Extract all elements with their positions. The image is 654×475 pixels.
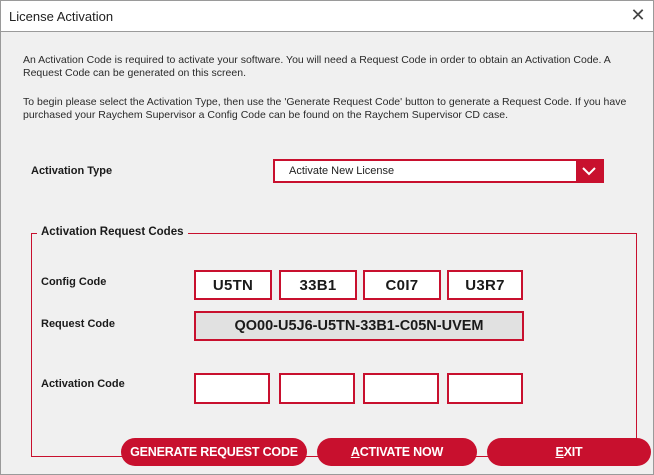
activation-code-field-3[interactable]	[363, 373, 439, 404]
request-code-label: Request Code	[41, 318, 115, 330]
window-title: License Activation	[9, 9, 114, 24]
config-code-field-1[interactable]: U5TN	[194, 270, 272, 300]
intro-paragraph-2: To begin please select the Activation Ty…	[23, 96, 627, 121]
title-bar: License Activation ✕	[1, 1, 653, 32]
activation-code-field-4[interactable]	[447, 373, 523, 404]
request-codes-group	[31, 233, 637, 457]
activation-type-value: Activate New License	[289, 165, 395, 177]
activate-now-button[interactable]: A CTIVATE NOW	[317, 438, 477, 466]
activation-type-label: Activation Type	[31, 165, 113, 177]
exit-label: XIT	[563, 445, 583, 459]
chevron-down-icon	[582, 166, 596, 175]
config-code-field-3[interactable]: C0I7	[363, 270, 441, 300]
exit-button[interactable]: E XIT	[487, 438, 651, 466]
license-activation-window: License Activation ✕ An Activation Code …	[0, 0, 654, 475]
generate-request-code-button[interactable]: GENERATE REQUEST CODE	[121, 438, 307, 466]
activation-code-label: Activation Code	[41, 378, 125, 390]
config-code-field-4[interactable]: U3R7	[447, 270, 523, 300]
dropdown-button[interactable]	[576, 161, 602, 181]
dialog-body: An Activation Code is required to activa…	[1, 32, 653, 474]
request-code-field: QO00-U5J6-U5TN-33B1-C05N-UVEM	[194, 311, 524, 341]
exit-accelerator: E	[555, 445, 564, 459]
activation-code-field-2[interactable]	[279, 373, 355, 404]
intro-paragraph-1: An Activation Code is required to activa…	[23, 54, 611, 79]
activation-code-field-1[interactable]	[194, 373, 270, 404]
config-code-field-2[interactable]: 33B1	[279, 270, 357, 300]
activation-type-dropdown[interactable]: Activate New License	[273, 159, 604, 183]
close-icon[interactable]: ✕	[629, 5, 647, 25]
config-code-label: Config Code	[41, 276, 107, 288]
activate-now-accelerator: A	[350, 445, 360, 459]
request-codes-group-title: Activation Request Codes	[37, 226, 188, 238]
activate-now-label: CTIVATE NOW	[359, 445, 444, 459]
